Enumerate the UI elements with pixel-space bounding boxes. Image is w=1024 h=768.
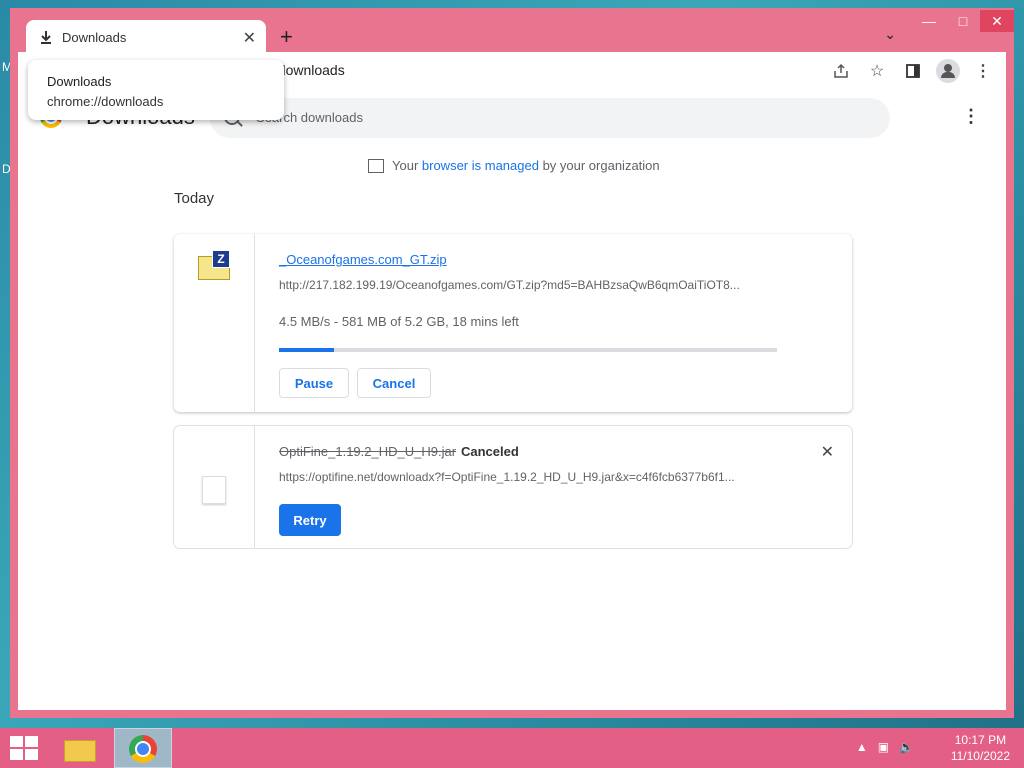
tab-hover-card: Downloads chrome://downloads	[28, 60, 284, 120]
zip-file-icon: Z	[198, 250, 230, 280]
cancel-button[interactable]: Cancel	[357, 368, 431, 398]
maximize-button[interactable]: □	[946, 10, 980, 32]
clock-date: 11/10/2022	[950, 749, 1010, 763]
file-icon	[202, 476, 226, 504]
file-explorer-icon[interactable]	[62, 734, 96, 762]
download-item: Z _Oceanofgames.com_GT.zip http://217.18…	[174, 234, 852, 412]
taskbar-clock[interactable]: 10:17 PM 11/10/2022	[951, 732, 1010, 764]
download-status: 4.5 MB/s - 581 MB of 5.2 GB, 18 mins lef…	[279, 314, 519, 329]
download-progress-bar	[279, 348, 777, 352]
close-tab-icon[interactable]: ✕	[243, 28, 256, 48]
download-state: Canceled	[461, 444, 519, 459]
taskbar: ▲ ▣ 🔈 10:17 PM 11/10/2022	[0, 728, 1024, 768]
managed-link[interactable]: browser is managed	[422, 158, 539, 173]
download-filename-link[interactable]: _Oceanofgames.com_GT.zip	[279, 252, 447, 267]
download-source-url[interactable]: http://217.182.199.19/Oceanofgames.com/G…	[279, 278, 779, 292]
pause-button[interactable]: Pause	[279, 368, 349, 398]
building-icon	[368, 158, 384, 173]
hover-card-url: chrome://downloads	[47, 94, 164, 109]
managed-suffix: by your organization	[538, 158, 660, 173]
retry-button[interactable]: Retry	[279, 504, 341, 536]
system-tray: ▲ ▣ 🔈	[856, 740, 914, 754]
share-icon[interactable]	[828, 58, 854, 84]
tab-downloads[interactable]: Downloads ✕	[26, 20, 266, 54]
tab-search-chevron-icon[interactable]: ⌄	[884, 26, 896, 43]
tab-title: Downloads	[62, 29, 127, 45]
windows-start-icon[interactable]	[10, 736, 38, 760]
search-downloads-input[interactable]: Search downloads	[210, 98, 890, 138]
remove-item-icon[interactable]: ✕	[821, 442, 834, 462]
window-controls: — □ ✕	[912, 10, 1014, 32]
chrome-taskbar-icon[interactable]	[114, 728, 172, 768]
download-icon	[40, 30, 52, 44]
hover-card-title: Downloads	[47, 74, 112, 89]
side-panel-icon[interactable]	[900, 58, 926, 84]
download-filename: OptiFine_1.19.2_HD_U_H9.jar	[279, 444, 457, 459]
network-icon[interactable]: ▣	[878, 740, 889, 754]
download-source-url[interactable]: https://optifine.net/downloadx?f=OptiFin…	[279, 470, 779, 484]
volume-icon[interactable]: 🔈	[899, 740, 914, 754]
browser-window: — □ ✕ Downloads ✕ + ⌄ //downloads ☆ ⋮ Do…	[10, 8, 1014, 718]
download-item: OptiFine_1.19.2_HD_U_H9.jar Canceled ✕ h…	[174, 426, 852, 548]
managed-notice: Your browser is managed by your organiza…	[368, 158, 660, 173]
clock-time: 10:17 PM	[954, 733, 1007, 747]
minimize-button[interactable]: —	[912, 10, 946, 32]
profile-avatar[interactable]	[936, 59, 960, 83]
date-section-label: Today	[174, 190, 215, 207]
more-actions-icon[interactable]: ⋮	[962, 106, 980, 127]
managed-prefix: Your	[392, 158, 422, 173]
menu-kebab-icon[interactable]: ⋮	[970, 58, 996, 84]
tray-chevron-icon[interactable]: ▲	[856, 740, 868, 754]
downloads-page: Downloads Search downloads ⋮ Your browse…	[18, 90, 1006, 710]
new-tab-button[interactable]: +	[280, 24, 293, 50]
toolbar-actions: ☆ ⋮	[828, 58, 996, 84]
close-window-button[interactable]: ✕	[980, 10, 1014, 32]
bookmark-star-icon[interactable]: ☆	[864, 58, 890, 84]
